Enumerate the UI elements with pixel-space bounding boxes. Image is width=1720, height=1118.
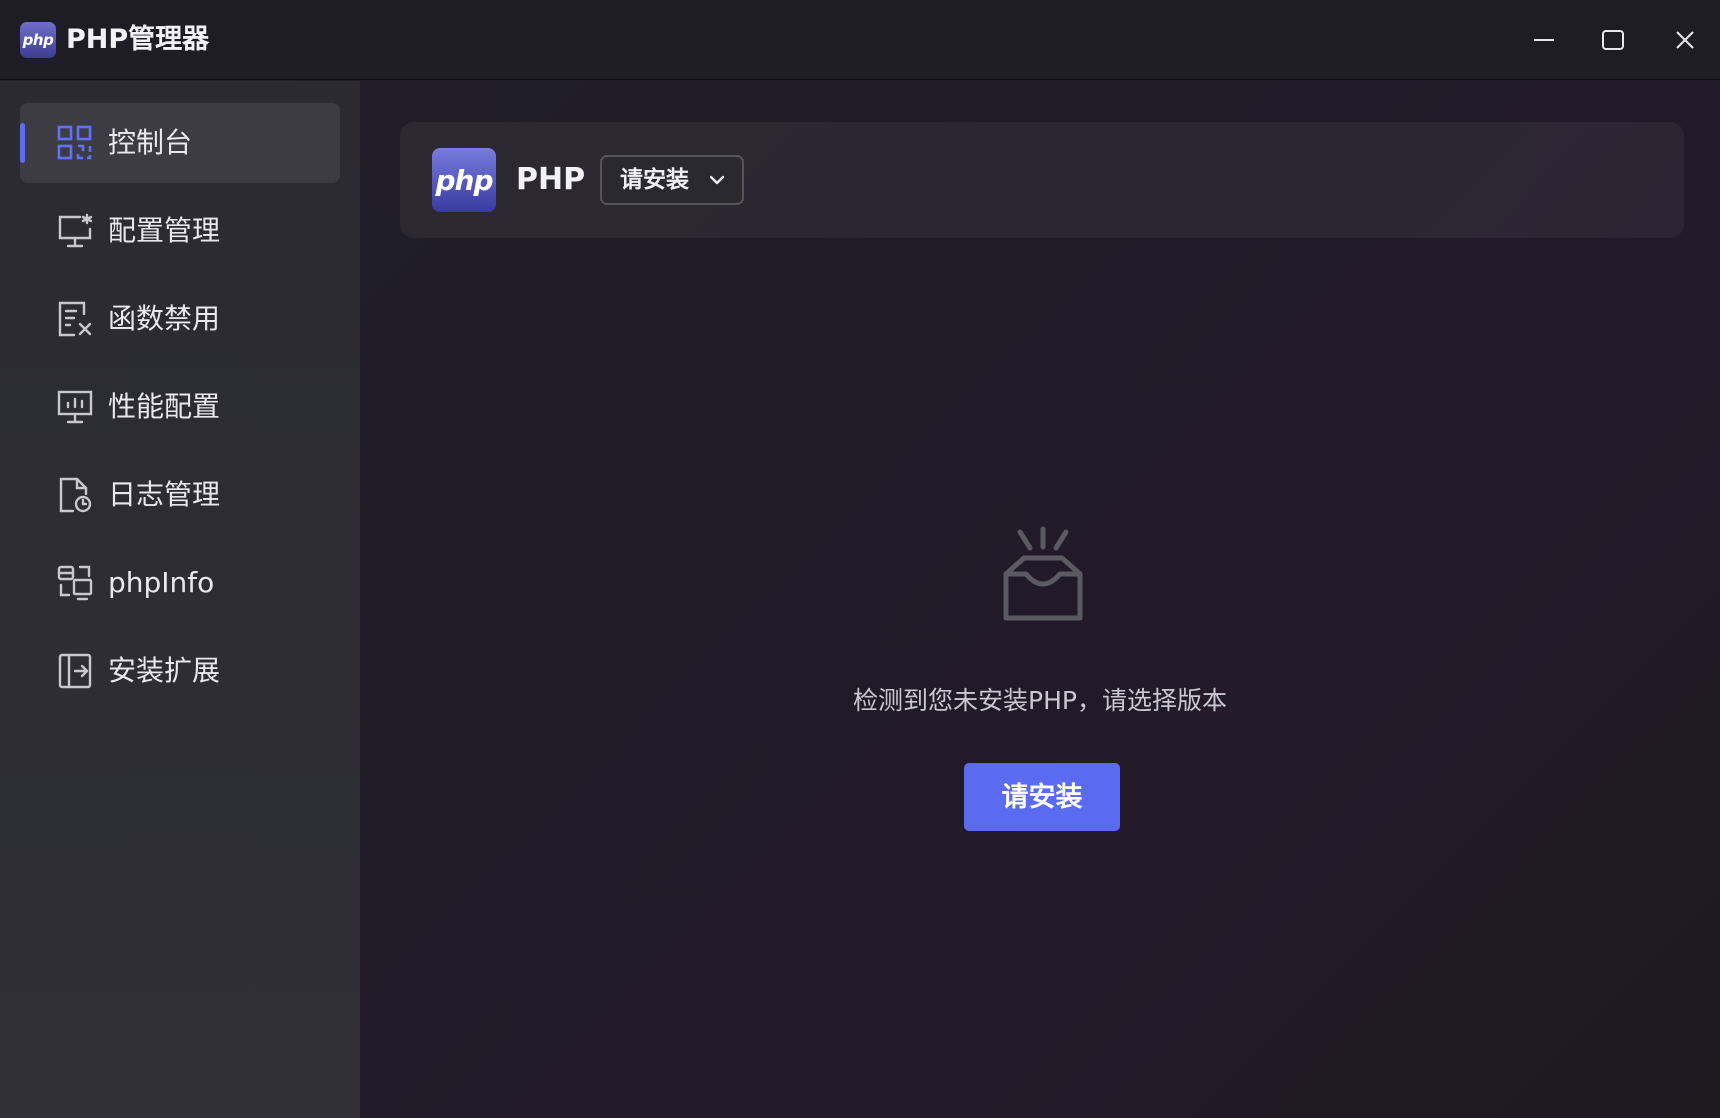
install-button[interactable]: 请安装 — [964, 763, 1120, 831]
sidebar: 控制台 配置管理 函数禁用 性能配置 日志管理 phpInfo 安装扩展 — [0, 81, 360, 1118]
sidebar-item-config[interactable]: 配置管理 — [20, 191, 340, 271]
main-content: php PHP 请安装 检测到您未安装PHP，请选择版本 请安装 — [360, 81, 1720, 1118]
info-devices-icon — [57, 565, 93, 601]
extension-export-icon — [58, 653, 92, 689]
sidebar-item-label: 配置管理 — [108, 214, 221, 247]
app-title: PHP管理器 — [66, 24, 210, 55]
sidebar-item-performance[interactable]: 性能配置 — [20, 367, 340, 447]
document-disable-icon — [58, 301, 92, 337]
empty-inbox-icon — [1003, 526, 1083, 621]
monitor-settings-icon — [58, 213, 93, 248]
empty-state-message: 检测到您未安装PHP，请选择版本 — [853, 686, 1227, 715]
close-icon — [1676, 31, 1694, 49]
php-logo: php — [432, 148, 496, 212]
sidebar-item-disable-functions[interactable]: 函数禁用 — [20, 279, 340, 359]
close-button[interactable] — [1663, 20, 1707, 60]
sidebar-item-label: 函数禁用 — [108, 302, 221, 335]
sidebar-item-label: 控制台 — [108, 126, 193, 159]
sidebar-item-logs[interactable]: 日志管理 — [20, 455, 340, 535]
sidebar-item-label: 性能配置 — [108, 390, 221, 423]
php-label: PHP — [516, 162, 586, 197]
chevron-down-icon — [709, 175, 725, 185]
app-logo-text: php — [22, 31, 54, 49]
monitor-chart-icon — [57, 390, 93, 424]
minimize-icon — [1534, 39, 1554, 41]
php-logo-text: php — [435, 163, 493, 197]
php-header-card: php PHP 请安装 — [400, 122, 1684, 238]
minimize-button[interactable] — [1522, 20, 1566, 60]
app-window: php PHP管理器 控制台 配置管理 函数禁用 性能配置 日志管理 phpIn… — [0, 0, 1720, 1118]
sidebar-item-label: 日志管理 — [108, 478, 221, 511]
maximize-button[interactable] — [1591, 20, 1635, 60]
sidebar-item-dashboard[interactable]: 控制台 — [20, 103, 340, 183]
sidebar-item-label: 安装扩展 — [108, 654, 221, 687]
sidebar-item-label: phpInfo — [108, 566, 215, 599]
version-select-value: 请安装 — [620, 167, 689, 193]
version-select[interactable]: 请安装 — [600, 155, 744, 205]
dashboard-grid-icon — [57, 125, 92, 160]
document-clock-icon — [59, 477, 92, 513]
sidebar-item-extensions[interactable]: 安装扩展 — [20, 631, 340, 711]
sidebar-item-phpinfo[interactable]: phpInfo — [20, 543, 340, 623]
title-bar: php PHP管理器 — [0, 0, 1720, 80]
maximize-icon — [1602, 30, 1624, 50]
app-logo: php — [20, 22, 56, 58]
